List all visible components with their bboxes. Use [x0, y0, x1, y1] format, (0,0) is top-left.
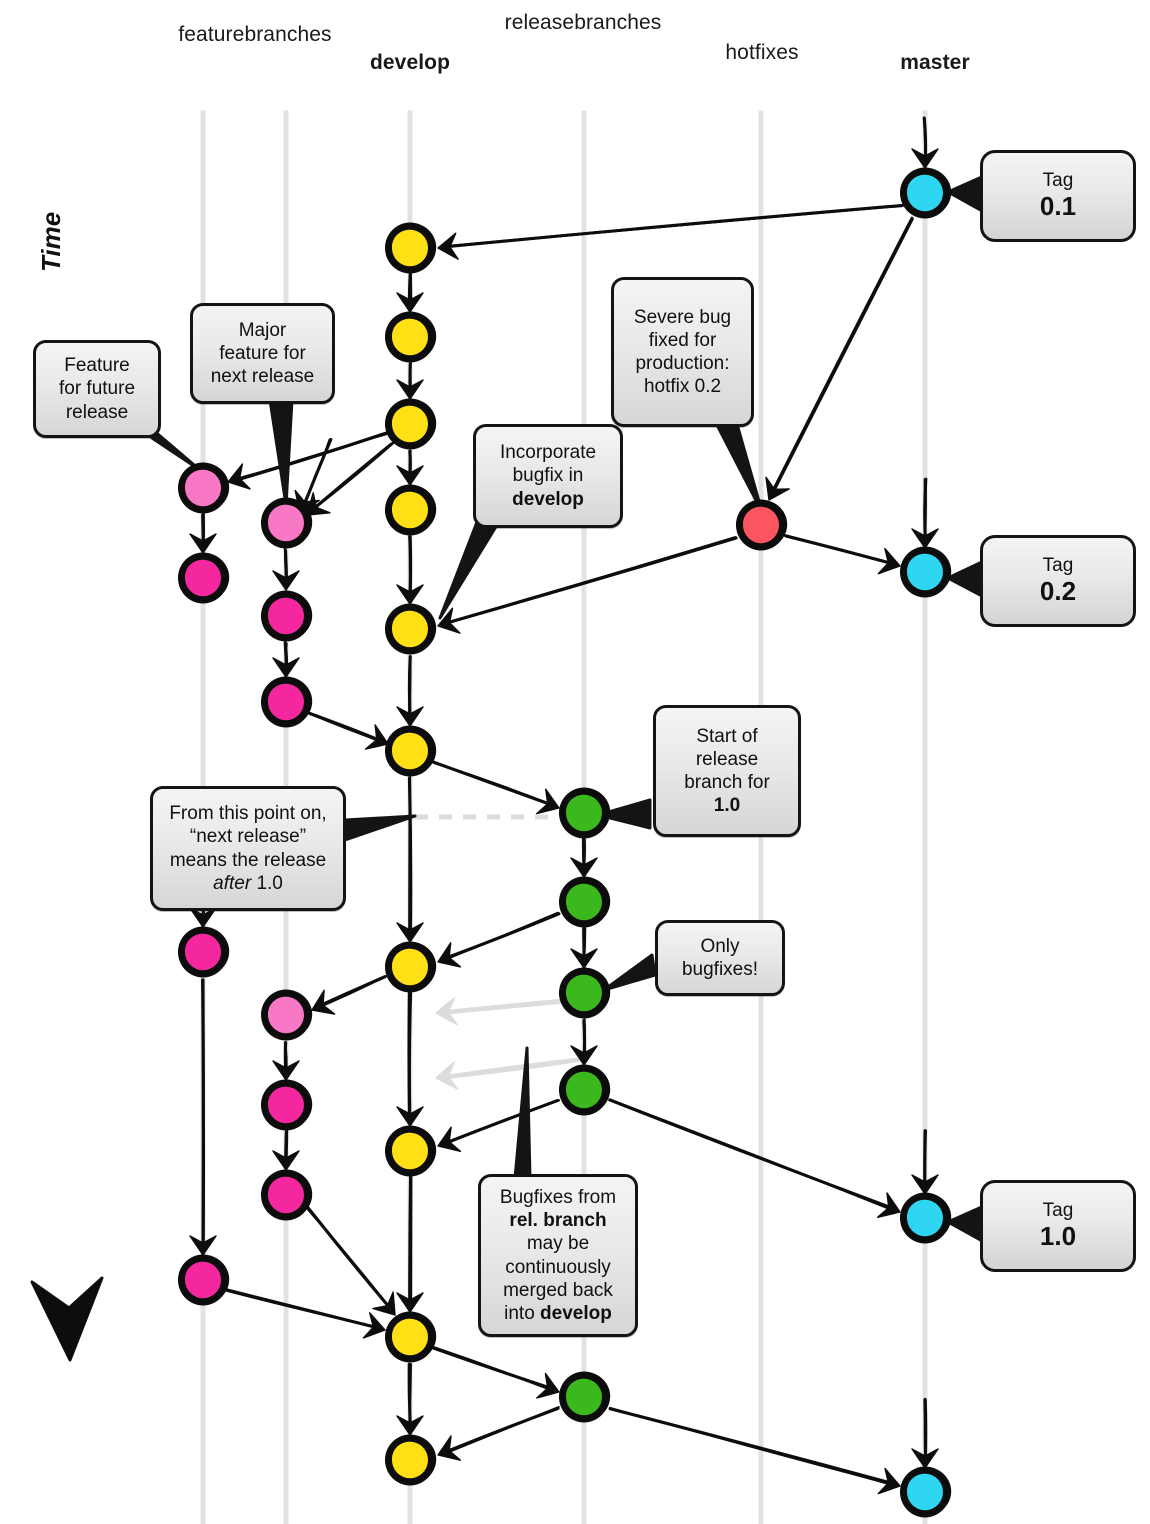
commit-node-develop-4[interactable] — [385, 484, 437, 536]
commit-node-release-1[interactable] — [559, 787, 611, 839]
commit-node-feature-b-4[interactable] — [261, 989, 313, 1041]
commit-node-develop-10[interactable] — [385, 1434, 437, 1486]
commit-node-feature-a-2[interactable] — [178, 552, 230, 604]
commit-node-feature-a-4[interactable] — [178, 1254, 230, 1306]
commit-node-develop-7[interactable] — [385, 941, 437, 993]
commit-node-hotfix-1[interactable] — [736, 499, 788, 551]
commit-node-release-4[interactable] — [559, 1064, 611, 1116]
commit-node-develop-6[interactable] — [385, 725, 437, 777]
gitflow-diagram: Time featurebranches develop releasebranch… — [0, 0, 1150, 1524]
commit-node-develop-1[interactable] — [385, 222, 437, 274]
commit-node-develop-9[interactable] — [385, 1311, 437, 1363]
commit-node-feature-a-3[interactable] — [178, 926, 230, 978]
commit-node-master-0-2[interactable] — [900, 546, 952, 598]
commit-node-release-3[interactable] — [559, 967, 611, 1019]
commit-node-develop-3[interactable] — [385, 398, 437, 450]
commit-node-feature-b-2[interactable] — [261, 590, 313, 642]
commit-node-feature-b-6[interactable] — [261, 1169, 313, 1221]
commit-node-release-5[interactable] — [559, 1371, 611, 1423]
commit-node-feature-b-5[interactable] — [261, 1079, 313, 1131]
commit-node-release-2[interactable] — [559, 876, 611, 928]
commit-node-master-1-0[interactable] — [900, 1192, 952, 1244]
commit-node-feature-a-1[interactable] — [178, 462, 230, 514]
commit-node-develop-5[interactable] — [385, 603, 437, 655]
commit-node-develop-2[interactable] — [385, 311, 437, 363]
commit-node-feature-b-3[interactable] — [261, 676, 313, 728]
commit-node-feature-b-1[interactable] — [261, 497, 313, 549]
commit-node-master-0-1[interactable] — [900, 167, 952, 219]
commit-nodes-layer — [178, 167, 952, 1518]
commit-node-develop-8[interactable] — [385, 1125, 437, 1177]
commit-node-master-last[interactable] — [900, 1466, 952, 1518]
